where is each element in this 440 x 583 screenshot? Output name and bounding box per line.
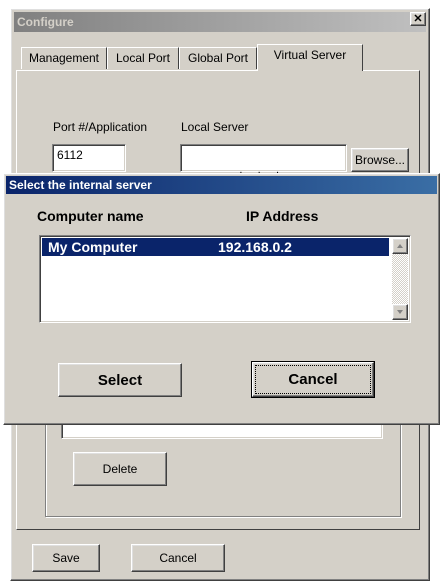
close-icon: ✕ bbox=[413, 13, 423, 25]
browse-button[interactable]: Browse... bbox=[351, 148, 409, 172]
tab-global-port-label: Global Port bbox=[187, 51, 249, 65]
close-button[interactable]: ✕ bbox=[410, 12, 426, 26]
local-server-ip-input[interactable]: . . . bbox=[180, 144, 347, 176]
tab-management-label: Management bbox=[28, 51, 100, 65]
list-item-ip: 192.168.0.2 bbox=[218, 239, 292, 255]
computer-name-header: Computer name bbox=[37, 208, 144, 224]
cancel-button[interactable]: Cancel bbox=[251, 361, 375, 398]
port-input[interactable]: 6112 bbox=[52, 144, 126, 172]
tab-virtual-server[interactable]: Virtual Server bbox=[257, 44, 363, 71]
local-server-label: Local Server bbox=[181, 120, 249, 134]
configure-title: Configure bbox=[17, 15, 74, 29]
server-list[interactable]: My Computer 192.168.0.2 bbox=[39, 235, 411, 323]
cancel-button-face: Cancel bbox=[252, 362, 374, 397]
configure-cancel-button[interactable]: Cancel bbox=[131, 544, 225, 572]
configure-title-bar[interactable]: Configure bbox=[14, 12, 426, 32]
delete-button[interactable]: Delete bbox=[73, 452, 167, 486]
select-button[interactable]: Select bbox=[58, 363, 182, 397]
ip-address-header: IP Address bbox=[246, 208, 319, 224]
arrow-up-icon bbox=[397, 244, 403, 248]
list-item-computer: My Computer bbox=[48, 239, 138, 255]
select-server-dialog: Select the internal server Computer name… bbox=[3, 173, 440, 425]
tab-local-port-label: Local Port bbox=[115, 51, 171, 65]
tab-global-port[interactable]: Global Port bbox=[179, 47, 257, 69]
tab-management[interactable]: Management bbox=[21, 47, 107, 69]
dialog-title-bar[interactable]: Select the internal server bbox=[6, 176, 437, 194]
list-item[interactable]: My Computer 192.168.0.2 bbox=[42, 238, 389, 256]
port-application-label: Port #/Application bbox=[53, 120, 148, 134]
tab-virtual-server-label: Virtual Server bbox=[273, 48, 347, 62]
scroll-down-button[interactable] bbox=[392, 304, 408, 320]
entries-list[interactable] bbox=[61, 423, 383, 439]
save-button[interactable]: Save bbox=[32, 544, 100, 572]
scroll-up-button[interactable] bbox=[392, 238, 408, 254]
dialog-title: Select the internal server bbox=[9, 178, 152, 192]
arrow-down-icon bbox=[397, 310, 403, 314]
tab-local-port[interactable]: Local Port bbox=[107, 47, 179, 69]
port-input-value: 6112 bbox=[57, 148, 83, 162]
vertical-scrollbar[interactable] bbox=[392, 238, 408, 320]
